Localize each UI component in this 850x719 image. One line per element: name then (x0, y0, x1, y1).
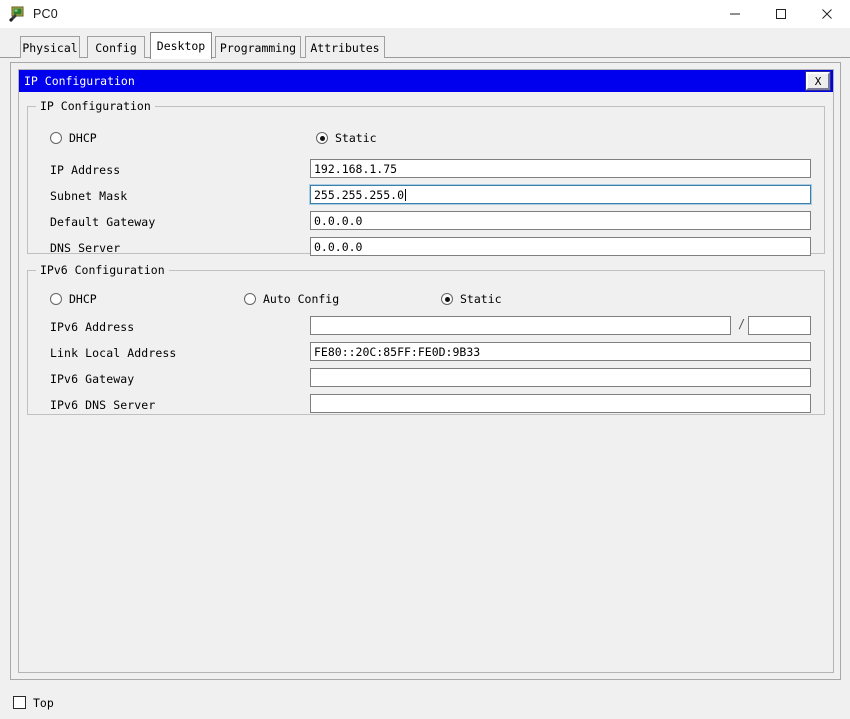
ipv6-static-label: Static (460, 292, 502, 306)
bottom-bar: Top (0, 686, 850, 719)
radio-circle-icon (244, 293, 256, 305)
default-gateway-input[interactable]: 0.0.0.0 (310, 211, 811, 230)
ip-address-input[interactable]: 192.168.1.75 (310, 159, 811, 178)
ipv4-group-title: IP Configuration (36, 99, 155, 113)
ip-configuration-window-title: IP Configuration (24, 74, 135, 88)
radio-circle-icon (50, 293, 62, 305)
ipv6-dhcp-label: DHCP (69, 292, 97, 306)
ipv4-static-radio[interactable]: Static (316, 131, 377, 145)
ipv6-dns-server-label: IPv6 DNS Server (50, 398, 156, 412)
ip-configuration-window-titlebar: IP Configuration X (19, 70, 833, 92)
radio-circle-icon (50, 132, 62, 144)
window-title: PC0 (33, 7, 58, 21)
window-titlebar: PC0 (0, 0, 850, 28)
subnet-mask-input[interactable]: 255.255.255.0 (309, 184, 812, 205)
tab-attributes[interactable]: Attributes (305, 36, 385, 58)
dns-server-label: DNS Server (50, 241, 121, 255)
tab-programming-label: Programming (219, 40, 297, 55)
ipv4-static-label: Static (335, 131, 377, 145)
maximize-button[interactable] (758, 0, 804, 28)
tab-strip: Physical Config Desktop Programming Attr… (0, 28, 850, 59)
tab-attributes-label: Attributes (310, 40, 380, 55)
top-checkbox-label: Top (33, 695, 54, 710)
default-gateway-label: Default Gateway (50, 215, 156, 229)
ipv6-configuration-group: IPv6 Configuration DHCP Auto Config Stat… (27, 263, 825, 415)
pc-device-icon (9, 6, 25, 22)
tab-desktop[interactable]: Desktop (150, 32, 212, 59)
tab-physical-label: Physical (22, 40, 78, 55)
ipv6-gateway-label: IPv6 Gateway (50, 372, 135, 386)
ipv6-address-input[interactable] (310, 316, 731, 335)
dns-server-value: 0.0.0.0 (314, 239, 363, 254)
link-local-address-label: Link Local Address (50, 346, 177, 360)
link-local-address-value: FE80::20C:85FF:FE0D:9B33 (314, 344, 481, 359)
ipv6-auto-config-label: Auto Config (263, 292, 340, 306)
desktop-panel: IP Configuration X IP Configuration DHCP… (10, 62, 841, 680)
ipv6-dns-server-input[interactable] (310, 394, 811, 413)
ipv6-static-radio[interactable]: Static (441, 292, 502, 306)
subnet-mask-label: Subnet Mask (50, 189, 128, 203)
tab-physical[interactable]: Physical (20, 36, 80, 58)
close-button[interactable] (804, 0, 850, 28)
ipv6-prefix-input[interactable] (748, 316, 811, 335)
ipv6-prefix-separator: / (738, 317, 746, 331)
ipv6-dhcp-radio[interactable]: DHCP (50, 292, 97, 306)
radio-circle-filled-icon (441, 293, 453, 305)
ipv4-dhcp-radio[interactable]: DHCP (50, 131, 97, 145)
subnet-mask-value: 255.255.255.0 (314, 187, 405, 202)
default-gateway-value: 0.0.0.0 (314, 213, 363, 228)
minimize-button[interactable] (712, 0, 758, 28)
ipv6-auto-config-radio[interactable]: Auto Config (244, 292, 339, 306)
link-local-address-input[interactable]: FE80::20C:85FF:FE0D:9B33 (310, 342, 811, 361)
ip-address-label: IP Address (50, 163, 121, 177)
ip-configuration-body: IP Configuration DHCP Static IP Address … (19, 92, 833, 672)
ip-address-value: 192.168.1.75 (314, 161, 398, 176)
ip-configuration-close-label: X (814, 74, 822, 88)
tab-config[interactable]: Config (87, 36, 145, 58)
top-checkbox[interactable] (13, 696, 26, 709)
tab-programming[interactable]: Programming (215, 36, 301, 58)
dns-server-input[interactable]: 0.0.0.0 (310, 237, 811, 256)
radio-circle-filled-icon (316, 132, 328, 144)
ipv6-gateway-input[interactable] (310, 368, 811, 387)
tab-config-label: Config (95, 40, 137, 55)
ipv6-address-label: IPv6 Address (50, 320, 135, 334)
window-controls (712, 0, 850, 28)
ipv4-dhcp-label: DHCP (69, 131, 97, 145)
ipv4-configuration-group: IP Configuration DHCP Static IP Address … (27, 99, 825, 256)
ip-configuration-close-button[interactable]: X (805, 71, 831, 91)
ipv6-group-title: IPv6 Configuration (36, 263, 169, 277)
desktop-inner-frame: IP Configuration X IP Configuration DHCP… (18, 69, 834, 673)
text-caret (405, 188, 407, 201)
tab-desktop-label: Desktop (156, 39, 206, 53)
